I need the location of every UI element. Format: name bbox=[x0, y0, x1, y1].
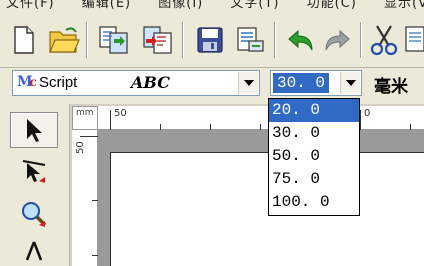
size-dropdown-list: 20. 0 30. 0 50. 0 75. 0 100. 0 bbox=[268, 98, 360, 216]
page-area[interactable] bbox=[110, 152, 424, 266]
ruler-label: 50 bbox=[75, 141, 86, 154]
select-tool-button[interactable] bbox=[10, 112, 58, 148]
import-icon bbox=[99, 26, 128, 54]
size-option[interactable]: 30. 0 bbox=[269, 122, 359, 145]
zoom-tool-button[interactable] bbox=[10, 196, 58, 232]
font-sample: ABC bbox=[131, 73, 170, 92]
size-value[interactable]: 30. 0 bbox=[273, 73, 330, 93]
font-type-icon: Mc bbox=[17, 74, 37, 90]
horizontal-ruler[interactable]: 50 0 bbox=[98, 106, 424, 130]
ruler-label: 0 bbox=[364, 108, 371, 119]
import-button[interactable] bbox=[96, 22, 132, 58]
size-option[interactable]: 75. 0 bbox=[269, 168, 359, 191]
font-dropdown-arrow[interactable] bbox=[238, 72, 258, 94]
ruler-corner: mm bbox=[72, 106, 98, 130]
magnifier-icon bbox=[22, 202, 47, 227]
toolbar-separator bbox=[86, 22, 88, 58]
chevron-down-icon bbox=[243, 80, 254, 86]
print-icon bbox=[237, 27, 264, 52]
size-option[interactable]: 50. 0 bbox=[269, 145, 359, 168]
toolbar-separator bbox=[182, 22, 184, 58]
node-edit-icon bbox=[22, 160, 46, 183]
node-edit-tool-button[interactable] bbox=[10, 154, 58, 190]
font-bar: Mc Script ABC 30. 0 毫米 bbox=[0, 68, 424, 104]
menu-function[interactable]: 功能(C) bbox=[307, 0, 357, 11]
ruler-tick bbox=[110, 110, 111, 130]
menu-bar: 文件(F) 编辑(E) 图像(I) 文字(T) 功能(C) 显示(V) bbox=[0, 0, 424, 12]
unit-label: 毫米 bbox=[374, 77, 408, 97]
save-icon bbox=[197, 27, 223, 53]
export-icon bbox=[143, 26, 172, 54]
size-select[interactable]: 30. 0 bbox=[270, 70, 362, 96]
ruler-unit: mm bbox=[76, 108, 94, 118]
size-dropdown-arrow[interactable] bbox=[340, 72, 360, 94]
tool-panel bbox=[0, 104, 70, 266]
open-button[interactable] bbox=[46, 22, 82, 58]
font-select[interactable]: Mc Script ABC bbox=[12, 70, 260, 96]
toolbar-separator bbox=[360, 22, 362, 58]
font-name: Script bbox=[39, 74, 78, 91]
undo-icon bbox=[288, 29, 313, 51]
new-button[interactable] bbox=[6, 22, 42, 58]
new-icon bbox=[14, 26, 34, 54]
redo-button[interactable] bbox=[320, 22, 356, 58]
menu-text[interactable]: 文字(T) bbox=[230, 0, 279, 11]
ruler-tick bbox=[360, 110, 361, 130]
copy-button[interactable] bbox=[404, 22, 424, 58]
menu-edit[interactable]: 编辑(E) bbox=[82, 0, 131, 11]
text-tool-button[interactable] bbox=[10, 238, 58, 266]
design-canvas[interactable] bbox=[98, 130, 424, 266]
cut-icon bbox=[370, 25, 398, 56]
print-setup-button[interactable] bbox=[232, 22, 268, 58]
size-option[interactable]: 100. 0 bbox=[269, 191, 359, 214]
menu-file[interactable]: 文件(F) bbox=[6, 0, 55, 11]
open-icon bbox=[49, 27, 80, 53]
text-tool-icon bbox=[25, 241, 43, 261]
redo-icon bbox=[325, 29, 350, 51]
chevron-down-icon bbox=[345, 80, 356, 86]
arrow-cursor-icon bbox=[27, 119, 42, 142]
ruler-label: 50 bbox=[114, 108, 127, 119]
ruler-tick bbox=[80, 136, 98, 137]
undo-button[interactable] bbox=[282, 22, 318, 58]
save-button[interactable] bbox=[192, 22, 228, 58]
vertical-ruler[interactable]: 50 bbox=[72, 130, 98, 266]
cut-button[interactable] bbox=[366, 22, 402, 58]
copy-icon bbox=[405, 26, 424, 52]
menu-image[interactable]: 图像(I) bbox=[158, 0, 203, 11]
menu-view[interactable]: 显示(V) bbox=[384, 0, 424, 11]
toolbar-separator bbox=[274, 22, 276, 58]
main-toolbar bbox=[0, 12, 424, 68]
export-button[interactable] bbox=[140, 22, 176, 58]
size-option[interactable]: 20. 0 bbox=[269, 99, 359, 122]
